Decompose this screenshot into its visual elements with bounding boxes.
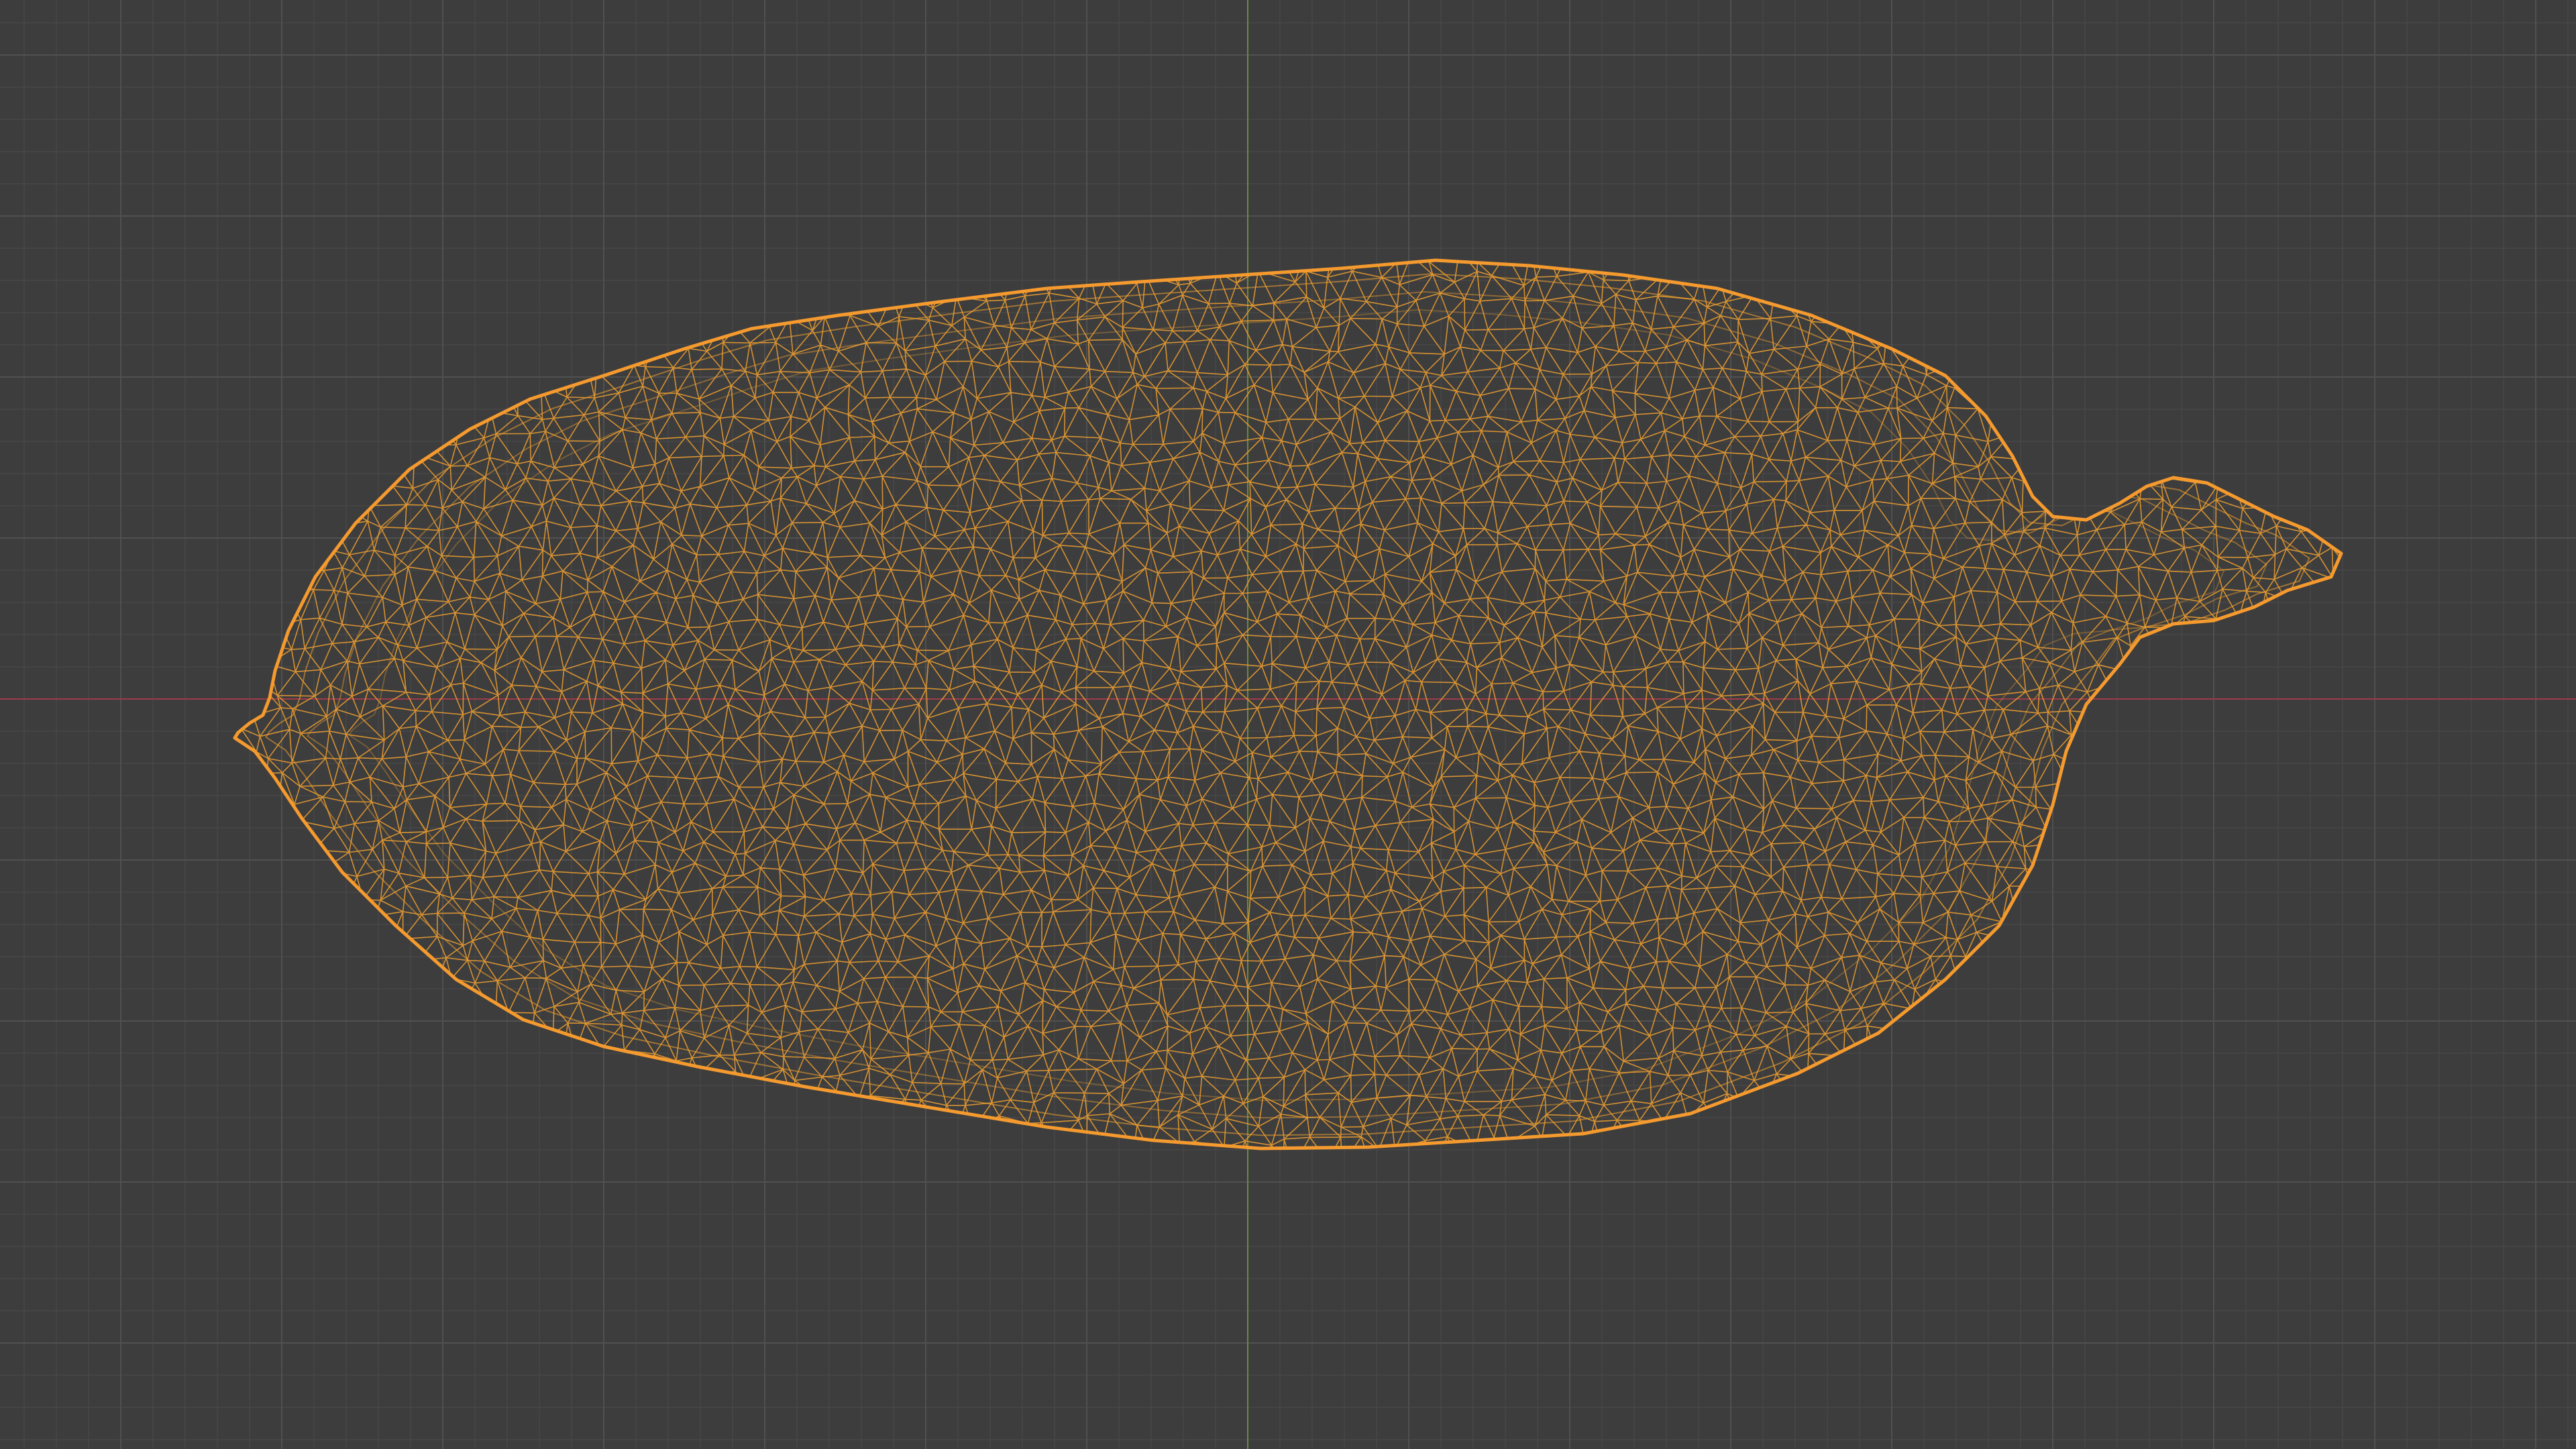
mesh-silhouette[interactable] <box>233 258 2343 1150</box>
grid-major-lines <box>0 0 2576 1449</box>
mesh-rim-band <box>307 290 2267 1119</box>
floor-grid <box>0 0 2576 1449</box>
mesh-wireframe[interactable] <box>221 247 2369 1175</box>
viewport-canvas[interactable] <box>0 0 2576 1449</box>
mesh-triangle-edges[interactable] <box>221 247 2369 1175</box>
selected-mesh-object[interactable] <box>221 247 2369 1175</box>
grid-minor-lines <box>0 0 2576 1449</box>
3d-viewport[interactable] <box>0 0 2576 1449</box>
